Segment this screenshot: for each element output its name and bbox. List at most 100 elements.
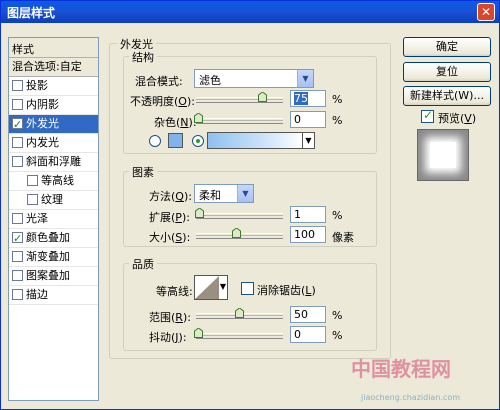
- style-item-label: 投影: [26, 79, 48, 92]
- method-label: 方法(Q):: [149, 190, 192, 203]
- style-list-item[interactable]: 投影: [9, 77, 98, 96]
- style-list-item[interactable]: 内阴影: [9, 96, 98, 115]
- watermark-logo: 中国教程网: [351, 357, 451, 381]
- style-item-label: 光泽: [26, 212, 48, 225]
- preview-label: 预览(V): [438, 112, 477, 125]
- style-checkbox[interactable]: [12, 289, 23, 300]
- reset-button[interactable]: 复位: [403, 62, 491, 82]
- style-item-label: 等高线: [41, 174, 74, 187]
- close-button[interactable]: ✕: [477, 3, 495, 21]
- chevron-down-icon: ▼: [297, 70, 313, 87]
- style-list-item[interactable]: 内发光: [9, 134, 98, 153]
- glow-gradient-picker[interactable]: ▼: [207, 132, 315, 149]
- noise-slider[interactable]: [194, 113, 283, 124]
- quality-title: 品质: [129, 256, 157, 272]
- antialias-checkbox[interactable]: [241, 282, 254, 295]
- chevron-down-icon: ▼: [219, 282, 226, 291]
- contour-linear-icon: [195, 276, 219, 299]
- blend-options-item[interactable]: 混合选项:自定: [9, 58, 98, 77]
- jitter-label: 抖动(J):: [149, 331, 187, 344]
- range-unit: %: [332, 309, 343, 322]
- style-list-item[interactable]: 光泽: [9, 210, 98, 229]
- style-item-label: 内阴影: [26, 98, 59, 111]
- effect-preview-thumbnail: [417, 129, 469, 181]
- technique-value: 柔和: [199, 189, 221, 202]
- glow-color-swatch[interactable]: [168, 133, 183, 148]
- style-checkbox[interactable]: [12, 213, 23, 224]
- contour-label: 等高线:: [156, 285, 193, 298]
- slider-thumb-icon[interactable]: [232, 228, 241, 238]
- solid-color-radio[interactable]: [149, 135, 161, 147]
- new-style-button[interactable]: 新建样式(W)...: [403, 86, 491, 106]
- style-checkbox[interactable]: [12, 270, 23, 281]
- range-slider[interactable]: [196, 308, 283, 319]
- antialias-label: 消除锯齿(L): [257, 284, 316, 297]
- style-checkbox[interactable]: [12, 99, 23, 110]
- noise-unit: %: [332, 114, 343, 127]
- style-item-label: 渐变叠加: [26, 250, 70, 263]
- title-bar: 图层样式 ✕: [1, 1, 499, 23]
- size-label: 大小(S):: [149, 231, 191, 244]
- preview-checkbox[interactable]: [421, 108, 434, 123]
- style-checkbox[interactable]: [12, 230, 23, 248]
- opacity-input[interactable]: 75: [290, 90, 326, 107]
- noise-label: 杂色(N):: [154, 116, 197, 129]
- ok-button[interactable]: 确定: [403, 37, 491, 57]
- style-item-label: 斜面和浮雕: [26, 155, 81, 168]
- style-checkbox[interactable]: [12, 137, 23, 148]
- style-list-item[interactable]: 图案叠加: [9, 267, 98, 286]
- style-checkbox[interactable]: [12, 156, 23, 167]
- jitter-input[interactable]: 0: [290, 326, 326, 343]
- jitter-slider[interactable]: [194, 328, 283, 339]
- slider-thumb-icon[interactable]: [258, 92, 267, 102]
- slider-thumb-icon[interactable]: [235, 308, 244, 318]
- slider-thumb-icon[interactable]: [194, 113, 203, 123]
- style-checkbox[interactable]: [12, 251, 23, 262]
- blend-mode-select[interactable]: 滤色 ▼: [194, 69, 314, 88]
- style-list-item[interactable]: 斜面和浮雕: [9, 153, 98, 172]
- style-list: 样式 混合选项:自定 投影内阴影外发光内发光斜面和浮雕等高线纹理光泽颜色叠加渐变…: [8, 37, 99, 401]
- style-item-label: 纹理: [41, 193, 63, 206]
- gradient-radio[interactable]: [192, 135, 204, 147]
- style-checkbox[interactable]: [27, 194, 38, 205]
- spread-label: 扩展(P):: [149, 211, 190, 224]
- opacity-unit: %: [332, 93, 343, 106]
- style-item-label: 内发光: [26, 136, 59, 149]
- style-item-label: 颜色叠加: [26, 231, 70, 244]
- style-list-header[interactable]: 样式: [9, 38, 98, 58]
- style-checkbox[interactable]: [27, 175, 38, 186]
- style-checkbox[interactable]: [12, 80, 23, 91]
- size-slider[interactable]: [196, 228, 283, 239]
- spread-slider[interactable]: [195, 208, 283, 219]
- jitter-unit: %: [332, 329, 343, 342]
- noise-input[interactable]: 0: [290, 111, 326, 128]
- style-list-item[interactable]: 颜色叠加: [9, 229, 98, 248]
- style-list-item[interactable]: 等高线: [9, 172, 98, 191]
- opacity-slider[interactable]: [196, 92, 283, 103]
- slider-thumb-icon[interactable]: [194, 328, 203, 338]
- size-input[interactable]: 100: [290, 226, 326, 243]
- window-title: 图层样式: [7, 6, 56, 20]
- style-list-item[interactable]: 纹理: [9, 191, 98, 210]
- technique-select[interactable]: 柔和 ▼: [194, 184, 254, 203]
- style-item-label: 图案叠加: [26, 269, 70, 282]
- blend-mode-label: 混合模式:: [135, 75, 183, 88]
- chevron-down-icon: ▼: [302, 133, 314, 148]
- style-item-label: 外发光: [26, 117, 59, 130]
- style-list-item[interactable]: 外发光: [9, 115, 98, 134]
- range-label: 范围(R):: [149, 311, 191, 324]
- watermark-url: jiaocheng.chazidian.com: [361, 393, 461, 402]
- chevron-down-icon: ▼: [237, 185, 253, 202]
- spread-input[interactable]: 1: [290, 206, 326, 223]
- style-checkbox[interactable]: [12, 116, 23, 134]
- opacity-label: 不透明度(O):: [130, 95, 195, 108]
- layer-style-dialog: 图层样式 ✕ 样式 混合选项:自定 投影内阴影外发光内发光斜面和浮雕等高线纹理光…: [0, 0, 500, 410]
- slider-thumb-icon[interactable]: [195, 208, 204, 218]
- range-input[interactable]: 50: [290, 306, 326, 323]
- structure-title: 结构: [129, 49, 157, 65]
- size-unit: 像素: [332, 231, 354, 244]
- contour-picker[interactable]: ▼: [194, 275, 228, 300]
- style-list-item[interactable]: 渐变叠加: [9, 248, 98, 267]
- spread-unit: %: [332, 209, 343, 222]
- style-list-item[interactable]: 描边: [9, 286, 98, 305]
